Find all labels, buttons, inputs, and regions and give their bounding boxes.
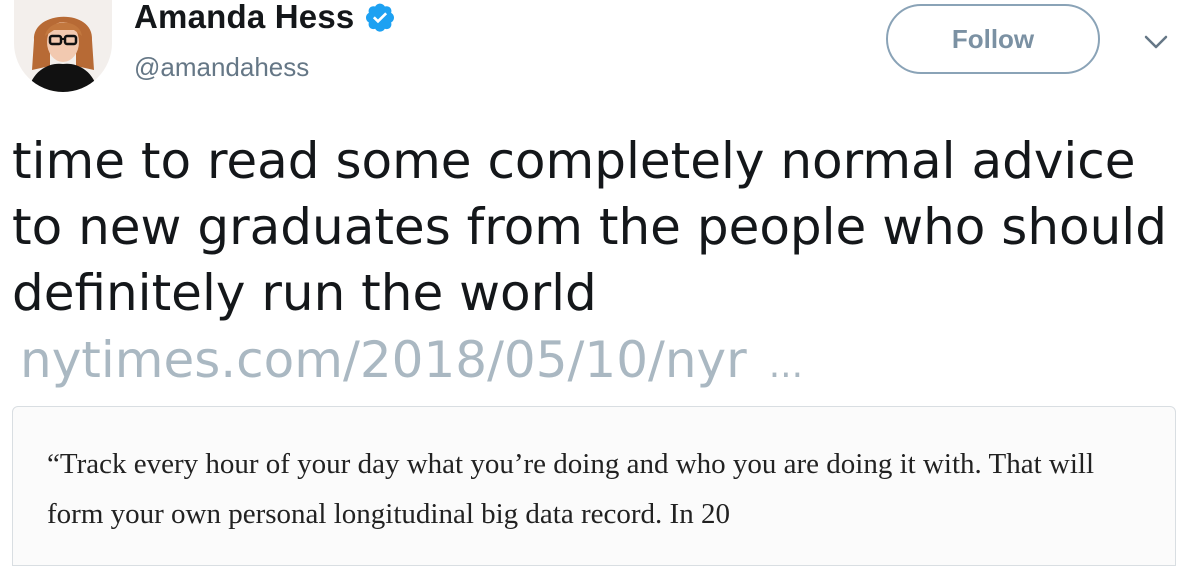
follow-button[interactable]: Follow bbox=[886, 4, 1100, 74]
tweet-link-ellipsis: ... bbox=[768, 345, 804, 386]
tweet-link[interactable]: nytimes.com/2018/05/10/nyr... bbox=[20, 330, 803, 396]
tweet-link-text: nytimes.com/2018/05/10/nyr bbox=[20, 331, 747, 389]
tweet-text: time to read some completely normal advi… bbox=[12, 132, 1167, 322]
display-name[interactable]: Amanda Hess bbox=[134, 0, 354, 36]
chevron-down-icon bbox=[1143, 34, 1169, 55]
avatar[interactable] bbox=[14, 0, 112, 92]
tweet-menu-button[interactable] bbox=[1140, 28, 1172, 60]
author-name-row: Amanda Hess bbox=[134, 0, 396, 36]
card-quote: “Track every hour of your day what you’r… bbox=[47, 448, 1095, 530]
link-preview-card[interactable]: “Track every hour of your day what you’r… bbox=[12, 406, 1176, 566]
author-handle[interactable]: @amandahess bbox=[134, 52, 309, 83]
verified-badge-icon bbox=[364, 1, 396, 33]
